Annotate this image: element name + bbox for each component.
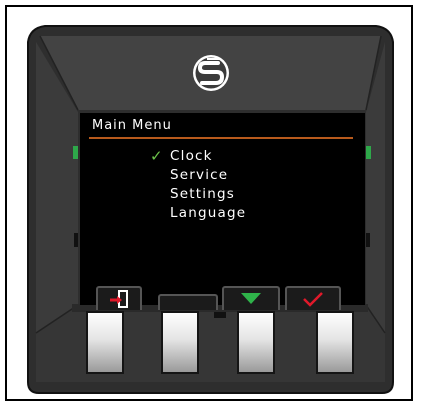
left-status-led — [73, 146, 78, 159]
menu-item-label: Service — [170, 167, 229, 183]
softkey-label-down — [222, 286, 280, 310]
title-divider — [89, 137, 353, 139]
left-side-slot — [74, 233, 78, 247]
softkey-label-blank — [158, 294, 218, 310]
softkey-2-button[interactable] — [161, 311, 199, 374]
down-arrow-icon — [241, 293, 261, 304]
lcd-screen: Main Menu ✓ Clock Service Settings Langu… — [80, 113, 365, 305]
menu-item-clock[interactable]: ✓ Clock — [150, 147, 246, 166]
right-status-led — [366, 146, 371, 159]
menu-item-language[interactable]: Language — [150, 204, 246, 223]
menu-title: Main Menu — [92, 118, 172, 133]
selected-check-icon: ✓ — [150, 147, 164, 165]
softkey-label-confirm — [285, 286, 341, 310]
brand-logo-icon — [193, 55, 229, 91]
checkmark-icon — [303, 292, 323, 307]
softkey-3-button[interactable] — [237, 311, 275, 374]
softkey-4-button[interactable] — [316, 311, 354, 374]
right-side-slot — [366, 233, 370, 247]
menu-item-service[interactable]: Service — [150, 166, 246, 185]
menu-item-label: Settings — [170, 186, 235, 202]
softkey-1-button[interactable] — [86, 311, 124, 374]
menu-item-label: Language — [170, 205, 247, 221]
menu-item-label: Clock — [170, 148, 213, 164]
softkey-label-exit — [96, 286, 142, 310]
menu-item-settings[interactable]: Settings — [150, 185, 246, 204]
exit-icon — [110, 290, 128, 308]
menu-list: ✓ Clock Service Settings Language — [150, 147, 246, 223]
